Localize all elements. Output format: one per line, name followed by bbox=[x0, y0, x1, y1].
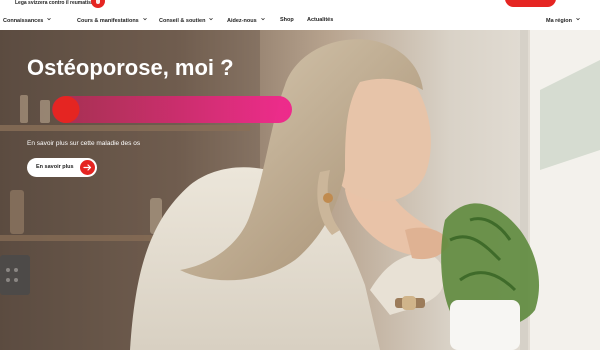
nav-item-cours[interactable]: Cours & manifestations bbox=[77, 17, 147, 24]
nav-item-label: Aidez-nous bbox=[227, 18, 257, 24]
nav-item-label: Shop bbox=[280, 17, 294, 23]
nav-item-conseil[interactable]: Conseil & soutien bbox=[159, 17, 214, 24]
hero-banner: Ostéoporose, moi ? En savoir plus sur ce… bbox=[0, 30, 600, 350]
learn-more-label: En savoir plus bbox=[36, 164, 74, 170]
learn-more-button[interactable]: En savoir plus bbox=[27, 158, 97, 177]
chevron-down-icon bbox=[47, 17, 52, 21]
hero-subtitle: En savoir plus sur cette maladie des os bbox=[27, 140, 141, 147]
nav-item-label: Conseil & soutien bbox=[159, 18, 206, 24]
brand-name[interactable]: Lega svizzera contro il reumatismo bbox=[15, 0, 98, 6]
chevron-down-icon bbox=[209, 17, 214, 21]
hero-title: Ostéoporose, moi ? bbox=[27, 55, 234, 80]
chevron-down-icon bbox=[260, 17, 265, 21]
top-cta-button[interactable] bbox=[505, 0, 556, 7]
region-selector[interactable]: Ma région bbox=[546, 17, 580, 24]
nav-item-connaissances[interactable]: Connaissances bbox=[3, 17, 52, 24]
nav-item-actualites[interactable]: Actualités bbox=[307, 17, 333, 23]
nav-item-shop[interactable]: Shop bbox=[280, 17, 294, 23]
arrow-right-icon bbox=[80, 160, 95, 175]
chevron-down-icon bbox=[576, 17, 580, 21]
nav-item-aidez-nous[interactable]: Aidez-nous bbox=[227, 17, 265, 24]
main-nav: Connaissances Cours & manifestations Con… bbox=[0, 12, 600, 30]
nav-item-label: Cours & manifestations bbox=[77, 18, 139, 24]
nav-item-label: Actualités bbox=[307, 17, 334, 23]
chevron-down-icon bbox=[142, 17, 147, 21]
region-label: Ma région bbox=[546, 18, 572, 24]
nav-item-label: Connaissances bbox=[3, 18, 44, 24]
